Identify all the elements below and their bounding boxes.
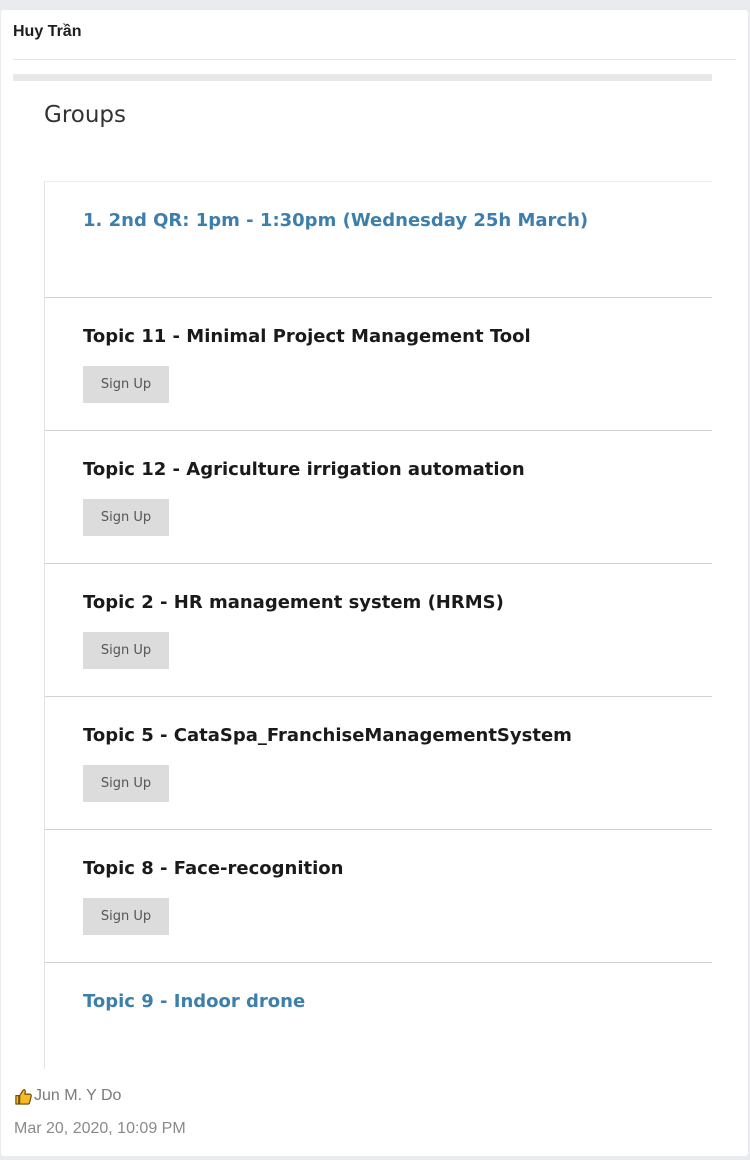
group-title-link[interactable]: 1. 2nd QR: 1pm - 1:30pm (Wednesday 25h M… [83,210,588,231]
topic-row: Topic 5 - CataSpa_FranchiseManagementSys… [45,696,712,829]
sign-up-button[interactable]: Sign Up [83,632,169,669]
post-author[interactable]: Huy Trần [13,23,81,41]
embedded-signup-page: Groups 1. 2nd QR: 1pm - 1:30pm (Wednesda… [13,74,712,1069]
topic-row: Topic 2 - HR management system (HRMS) Si… [45,563,712,696]
sign-up-button[interactable]: Sign Up [83,366,169,403]
topic-row: Topic 9 - Indoor drone [45,962,712,1069]
groups-heading: Groups [44,102,127,128]
topic-row: Topic 8 - Face-recognition Sign Up [45,829,712,962]
topic-title: Topic 5 - CataSpa_FranchiseManagementSys… [83,725,572,746]
topic-title: Topic 12 - Agriculture irrigation automa… [83,459,525,480]
topic-row: Topic 11 - Minimal Project Management To… [45,297,712,430]
sign-up-button[interactable]: Sign Up [83,765,169,802]
topic-title: Topic 8 - Face-recognition [83,858,344,879]
sign-up-button[interactable]: Sign Up [83,898,169,935]
post-timestamp[interactable]: Mar 20, 2020, 10:09 PM [14,1120,186,1138]
topic-title-link[interactable]: Topic 9 - Indoor drone [83,991,305,1012]
topic-title: Topic 2 - HR management system (HRMS) [83,592,504,613]
post-card: Huy Trần Groups 1. 2nd QR: 1pm - 1:30pm … [1,10,748,1156]
embed-top-border [13,74,712,81]
topic-title: Topic 11 - Minimal Project Management To… [83,326,531,347]
thumbs-up-icon [14,1087,34,1106]
groups-list: 1. 2nd QR: 1pm - 1:30pm (Wednesday 25h M… [44,181,712,1069]
sign-up-button[interactable]: Sign Up [83,499,169,536]
divider [13,59,736,60]
reaction-user-name[interactable]: Jun M. Y Do [34,1087,121,1105]
reaction-summary[interactable]: Jun M. Y Do [14,1084,121,1108]
topic-row: Topic 12 - Agriculture irrigation automa… [45,430,712,563]
